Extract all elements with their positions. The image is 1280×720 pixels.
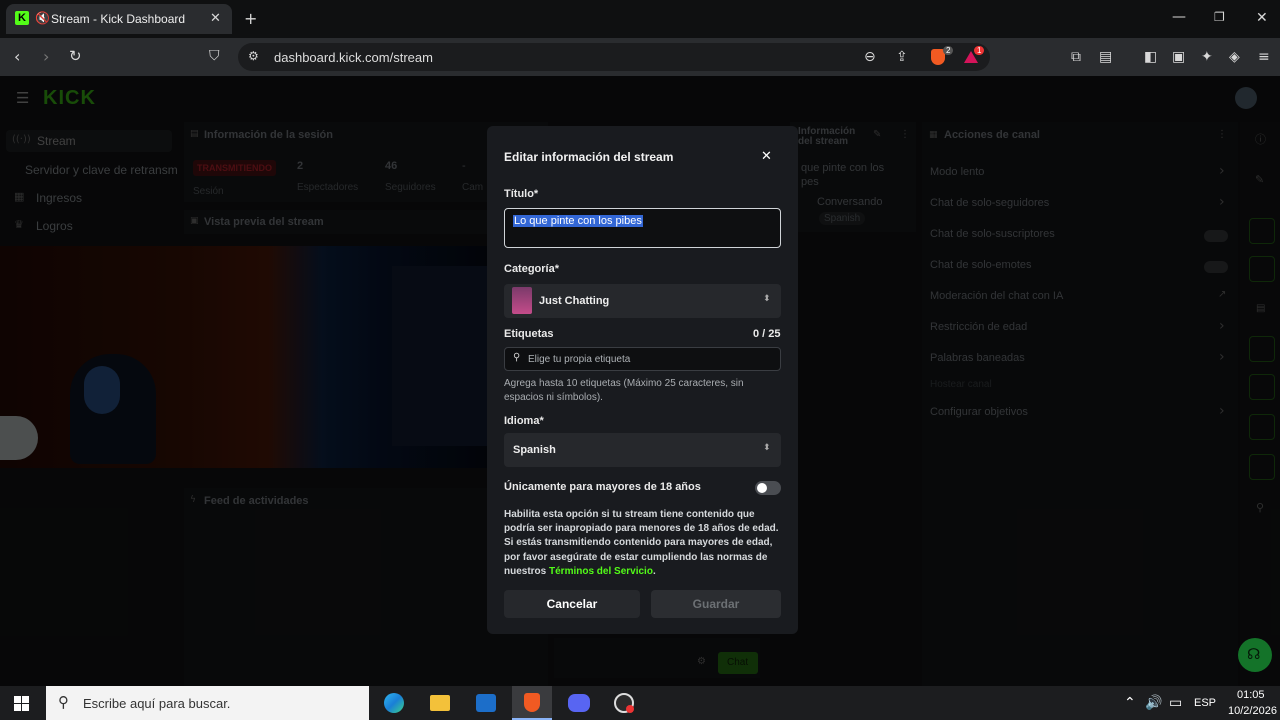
mail-icon[interactable] — [476, 694, 496, 712]
back-icon[interactable]: ‹ — [14, 49, 20, 65]
title-input[interactable]: Lo que pinte con los pibes — [504, 208, 781, 248]
save-button[interactable]: Guardar — [651, 590, 781, 618]
clock-time[interactable]: 01:05 — [1237, 689, 1265, 701]
site-info-icon[interactable]: ⚙ — [248, 50, 259, 62]
kick-favicon-icon: K — [15, 11, 29, 25]
mature-toggle-knob — [757, 483, 767, 493]
brave-icon — [524, 693, 540, 712]
brave-taskbar-item[interactable] — [512, 686, 552, 720]
terms-link[interactable]: Términos del Servicio — [549, 566, 653, 577]
reload-icon[interactable]: ↻ — [69, 49, 82, 64]
discord-icon[interactable] — [568, 694, 590, 712]
minimize-icon[interactable]: — — [1172, 10, 1186, 24]
tags-hint: Agrega hasta 10 etiquetas (Máximo 25 car… — [504, 378, 744, 403]
edit-stream-modal: Editar información del stream ✕ Título* … — [487, 126, 798, 634]
select-arrows-icon: ⬍ — [763, 443, 771, 453]
close-tab-icon[interactable]: ✕ — [210, 12, 221, 25]
mature-toggle[interactable] — [755, 481, 781, 495]
clock-date[interactable]: 10/2/2026 — [1228, 705, 1277, 717]
wallet-icon[interactable]: ▣ — [1172, 50, 1185, 64]
browser-toolbar: ‹ › ↻ ⛉ ⚙ dashboard.kick.com/stream ⊖ ⇪ … — [0, 38, 1280, 76]
input-language[interactable]: ESP — [1194, 697, 1216, 709]
maximize-icon[interactable]: ❐ — [1214, 11, 1225, 23]
language-label: Idioma* — [504, 415, 544, 427]
taskbar-search-box[interactable]: ⚲ Escribe aquí para buscar. — [46, 686, 369, 720]
cancel-button[interactable]: Cancelar — [504, 590, 640, 618]
title-label: Título* — [504, 188, 539, 200]
browser-tab[interactable]: K 🔇 Stream - Kick Dashboard ✕ — [6, 4, 232, 34]
close-icon[interactable]: ✕ — [761, 150, 772, 163]
select-arrows-icon: ⬍ — [763, 294, 771, 304]
extensions-icon[interactable]: ⧉ — [1071, 50, 1081, 64]
vpn-icon[interactable]: ◈ — [1229, 50, 1240, 64]
tab-title: Stream - Kick Dashboard — [51, 12, 186, 26]
language-select[interactable]: Spanish ⬍ — [504, 433, 781, 467]
taskbar-search-placeholder: Escribe aquí para buscar. — [83, 696, 231, 711]
category-select[interactable]: Just Chatting ⬍ — [504, 284, 781, 318]
title-input-value: Lo que pinte con los pibes — [513, 215, 643, 227]
muted-speaker-icon[interactable]: 🔇 — [35, 12, 50, 24]
tags-input[interactable]: ⚲ Elige tu propia etiqueta — [504, 347, 781, 371]
rewards-badge: 1 — [974, 46, 985, 55]
obs-icon[interactable] — [614, 693, 634, 713]
url-text[interactable]: dashboard.kick.com/stream — [274, 50, 433, 65]
windows-taskbar: ⚲ Escribe aquí para buscar. ⌃ 🔊 ▭ ESP 01… — [0, 686, 1280, 720]
browser-tab-bar: K 🔇 Stream - Kick Dashboard ✕ + — ❐ ✕ — [0, 0, 1280, 38]
new-tab-icon[interactable]: + — [244, 11, 257, 27]
mature-label: Únicamente para mayores de 18 años — [504, 481, 701, 493]
reader-mode-icon[interactable]: ▤ — [1099, 50, 1112, 64]
forward-icon[interactable]: › — [43, 49, 49, 65]
zoom-icon[interactable]: ⊖ — [864, 50, 876, 64]
address-bar[interactable]: ⚙ dashboard.kick.com/stream ⊖ ⇪ 2 1 — [238, 43, 990, 71]
menu-icon[interactable]: ≡ — [1258, 50, 1270, 64]
network-icon[interactable]: ▭ — [1169, 696, 1182, 710]
mature-description-end: . — [652, 565, 656, 577]
close-window-icon[interactable]: ✕ — [1256, 11, 1268, 25]
category-thumbnail — [512, 287, 532, 314]
brave-badge: 2 — [943, 46, 954, 55]
modal-title: Editar información del stream — [504, 150, 674, 164]
volume-icon[interactable]: 🔊 — [1145, 696, 1162, 710]
recording-dot — [626, 705, 634, 713]
search-icon: ⚲ — [513, 352, 521, 363]
category-label: Categoría* — [504, 263, 560, 275]
tray-chevron-icon[interactable]: ⌃ — [1124, 696, 1136, 710]
tags-label: Etiquetas — [504, 328, 554, 340]
edge-icon[interactable] — [384, 693, 404, 713]
language-value: Spanish — [513, 444, 556, 456]
windows-start-icon[interactable] — [14, 696, 29, 711]
sidebar-toggle-icon[interactable]: ◧ — [1144, 50, 1157, 64]
tags-count: 0 / 25 — [753, 328, 781, 340]
leo-ai-icon[interactable]: ✦ — [1201, 50, 1213, 64]
file-explorer-icon[interactable] — [430, 695, 450, 711]
share-icon[interactable]: ⇪ — [896, 50, 908, 64]
category-value: Just Chatting — [539, 295, 610, 307]
mature-description: Habilita esta opción si tu stream tiene … — [504, 508, 780, 579]
tags-placeholder: Elige tu propia etiqueta — [528, 354, 631, 365]
search-icon: ⚲ — [58, 693, 69, 711]
bookmark-icon[interactable]: ⛉ — [209, 49, 220, 63]
